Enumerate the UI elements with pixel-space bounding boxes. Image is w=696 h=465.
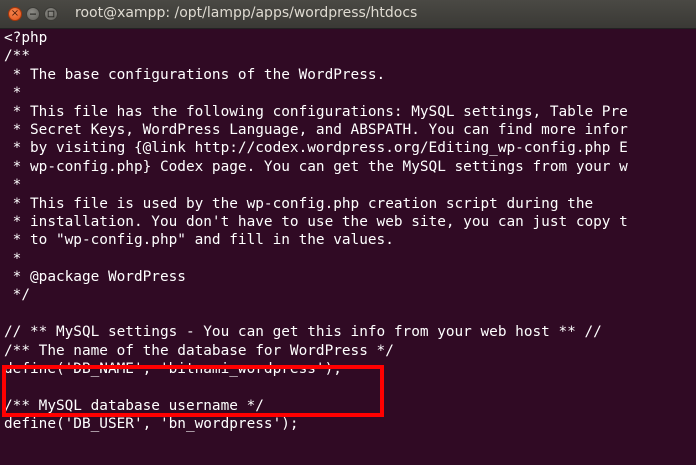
code-line: /** The name of the database for WordPre… bbox=[4, 342, 394, 359]
code-line: * bbox=[4, 85, 22, 102]
window-title: root@xampp: /opt/lampp/apps/wordpress/ht… bbox=[75, 5, 418, 21]
minimize-icon bbox=[30, 13, 36, 15]
minimize-button[interactable] bbox=[26, 7, 40, 21]
maximize-button[interactable] bbox=[44, 7, 58, 21]
code-line: define('DB_NAME', 'bitnami_wordpress'); bbox=[4, 361, 342, 378]
code-line: * This file is used by the wp-config.php… bbox=[4, 195, 594, 212]
code-line: /** MySQL database username */ bbox=[4, 397, 264, 414]
code-line: // ** MySQL settings - You can get this … bbox=[4, 324, 602, 341]
code-line: /** bbox=[4, 48, 30, 65]
close-button[interactable]: × bbox=[8, 7, 22, 21]
code-line: <?php bbox=[4, 30, 48, 46]
code-line: * Secret Keys, WordPress Language, and A… bbox=[4, 121, 628, 138]
window-titlebar[interactable]: × root@xampp: /opt/lampp/apps/wordpress/… bbox=[0, 0, 696, 29]
maximize-icon bbox=[47, 10, 55, 18]
code-line: * bbox=[4, 177, 22, 194]
code-line: * @package WordPress bbox=[4, 269, 186, 286]
code-line: define('DB_USER', 'bn_wordpress'); bbox=[4, 416, 299, 433]
code-line: * bbox=[4, 250, 22, 267]
close-icon: × bbox=[10, 8, 20, 19]
terminal-window: × root@xampp: /opt/lampp/apps/wordpress/… bbox=[0, 0, 696, 465]
code-line: * installation. You don't have to use th… bbox=[4, 213, 628, 230]
code-line: * to "wp-config.php" and fill in the val… bbox=[4, 232, 394, 249]
code-line: * The base configurations of the WordPre… bbox=[4, 66, 386, 83]
code-line: * wp-config.php} Codex page. You can get… bbox=[4, 158, 628, 175]
terminal-content[interactable]: <?php /** * The base configurations of t… bbox=[0, 29, 696, 465]
code-line: * by visiting {@link http://codex.wordpr… bbox=[4, 140, 628, 157]
code-line: * This file has the following configurat… bbox=[4, 103, 628, 120]
code-line: */ bbox=[4, 287, 30, 304]
